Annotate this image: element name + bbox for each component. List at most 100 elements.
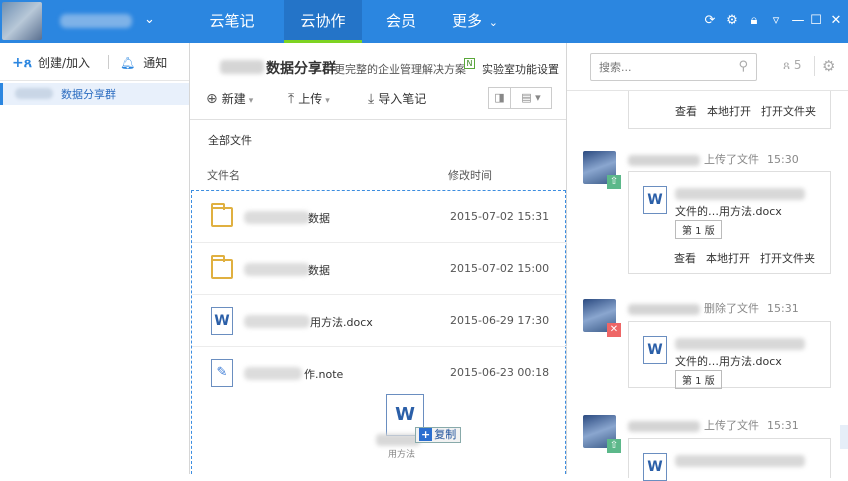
activity-action: 上传了文件 — [704, 153, 759, 166]
activity-card[interactable]: W — [628, 438, 831, 481]
upload-badge-icon: ⇧ — [607, 175, 621, 189]
view-toggle: ◨ ▤ ▾ — [488, 87, 552, 109]
import-label: 导入笔记 — [378, 92, 427, 106]
group-icon-redacted — [220, 60, 264, 74]
word-doc-icon: W — [211, 307, 233, 335]
open-local-link[interactable]: 本地打开 — [706, 252, 750, 265]
lab-new-icon: N — [464, 58, 475, 69]
view-link[interactable]: 查看 — [675, 105, 697, 118]
sidebar: +ጸ 创建/加入 🔔︎ 通知 数据分享群 — [0, 43, 190, 474]
folder-icon — [211, 203, 233, 227]
user-name-redacted — [628, 154, 700, 166]
download-icon: ⤓ — [368, 91, 375, 107]
lock-icon[interactable]: 🔒︎ — [746, 12, 762, 30]
file-name-redacted — [244, 263, 310, 276]
group-subtitle-link[interactable]: 更完整的企业管理解决方案 — [334, 61, 466, 77]
notice-button[interactable]: 🔔︎ 通知 — [120, 54, 167, 71]
close-icon[interactable]: ✕ — [828, 12, 844, 30]
sidebar-item-group[interactable]: 数据分享群 — [0, 83, 189, 105]
user-avatar[interactable] — [2, 2, 42, 40]
word-doc-icon: W — [643, 186, 667, 214]
minimize-icon[interactable]: — — [790, 12, 806, 30]
activity-line: 删除了文件 15:31 — [628, 300, 799, 316]
divider — [190, 119, 566, 120]
file-row[interactable]: ✎ 作.note 2015-06-23 00:18 — [192, 347, 567, 399]
open-local-link[interactable]: 本地打开 — [707, 105, 751, 118]
activity-time: 15:31 — [767, 302, 799, 315]
breadcrumb[interactable]: 全部文件 — [208, 132, 252, 148]
file-name: 用方法.docx — [310, 316, 373, 329]
settings-icon[interactable]: ⚙ — [724, 12, 740, 30]
create-join-button[interactable]: +ጸ 创建/加入 — [12, 54, 90, 71]
maximize-icon[interactable]: ☐ — [808, 12, 824, 30]
user-name-redacted[interactable] — [60, 14, 132, 28]
members-icon: ጸ — [783, 58, 791, 72]
file-panel: 数据分享群 更完整的企业管理解决方案 N 实验室功能设置 ⊕ 新建 ▾ ⤒ 上传 ▾ ⤓… — [190, 43, 567, 474]
upload-badge-icon: ⇧ — [607, 439, 621, 453]
activity-card[interactable]: W 文件的…用方法.docx 第 1 版 — [628, 321, 831, 389]
view-link[interactable]: 查看 — [674, 252, 696, 265]
user-name-redacted — [628, 420, 700, 432]
upload-icon: ⤒ — [288, 91, 295, 107]
card-actions: 查看 本地打开 打开文件夹 — [675, 103, 826, 119]
column-header-name[interactable]: 文件名 — [207, 167, 240, 183]
file-time: 2015-07-02 15:00 — [450, 262, 550, 275]
file-name: 文件的…用方法.docx — [675, 355, 782, 368]
tab-more-label: 更多 — [451, 12, 482, 30]
members-count[interactable]: ጸ 5 — [783, 58, 802, 73]
tab-cloud-collab[interactable]: 云协作 — [284, 0, 362, 43]
file-list-dropzone[interactable]: 数据 2015-07-02 15:31 数据 2015-07-02 15:00 … — [191, 190, 567, 474]
member-count: 5 — [793, 58, 802, 72]
activity-line: 上传了文件 15:30 — [628, 151, 799, 167]
menu-icon[interactable]: ▿ — [768, 12, 784, 30]
card-actions: 查看 本地打开 打开文件夹 — [674, 250, 825, 266]
scrollbar[interactable] — [840, 425, 848, 449]
file-row[interactable]: 数据 2015-07-02 15:31 — [192, 191, 567, 243]
open-folder-link[interactable]: 打开文件夹 — [761, 105, 816, 118]
gear-icon[interactable]: ⚙ — [822, 57, 835, 75]
activity-card: 查看 本地打开 打开文件夹 — [628, 91, 831, 129]
file-row[interactable]: W 用方法.docx 2015-06-29 17:30 — [192, 295, 567, 347]
file-time: 2015-06-29 17:30 — [450, 314, 550, 327]
top-bar: ⌄ 云笔记 云协作 会员 更多 ⌄ ⟳ ⚙ 🔒︎ ▿ — ☐ ✕ — [0, 0, 848, 43]
file-time: 2015-07-02 15:31 — [450, 210, 550, 223]
chevron-down-icon[interactable]: ⌄ — [144, 12, 155, 27]
list-view-icon[interactable]: ◨ — [489, 88, 511, 108]
import-notes-button[interactable]: ⤓ 导入笔记 — [368, 90, 426, 107]
upload-button[interactable]: ⤒ 上传 ▾ — [288, 90, 330, 107]
grid-view-icon[interactable]: ▤ ▾ — [511, 88, 551, 108]
sidebar-item-label: 数据分享群 — [61, 88, 116, 101]
add-group-icon: +ጸ — [12, 55, 32, 71]
tab-membership[interactable]: 会员 — [372, 0, 430, 43]
sync-icon[interactable]: ⟳ — [702, 12, 718, 30]
search-input[interactable] — [599, 59, 729, 75]
file-row[interactable]: 数据 2015-07-02 15:00 — [192, 243, 567, 295]
activity-line: 上传了文件 15:31 — [628, 417, 799, 433]
activity-panel: ⚲ ጸ 5 ⚙ 查看本地打开打开文件夹 ⇧ 上传了文件15:30 W 文件的…用… — [567, 43, 848, 481]
activity-action: 上传了文件 — [704, 419, 759, 432]
file-name: 数据 — [308, 264, 330, 277]
drag-file-name-redacted — [376, 434, 420, 446]
tab-cloud-notes[interactable]: 云笔记 — [196, 0, 268, 43]
column-header-time[interactable]: 修改时间 — [448, 167, 492, 183]
upload-label: 上传 — [298, 92, 323, 106]
caret-down-icon: ▾ — [325, 96, 330, 106]
bell-icon: 🔔︎ — [120, 56, 136, 70]
new-button[interactable]: ⊕ 新建 ▾ — [206, 90, 253, 107]
activity-time: 15:31 — [767, 419, 799, 432]
word-doc-icon: W — [643, 336, 667, 364]
tab-more[interactable]: 更多 ⌄ — [446, 0, 504, 43]
open-folder-link[interactable]: 打开文件夹 — [760, 252, 815, 265]
drag-copy-tooltip: + 复制 — [415, 427, 461, 443]
notice-label: 通知 — [143, 56, 168, 70]
group-avatar-redacted — [15, 88, 53, 99]
version-badge: 第 1 版 — [675, 220, 722, 239]
lab-settings-link[interactable]: 实验室功能设置 — [482, 61, 559, 77]
file-name-redacted — [675, 338, 805, 350]
copy-label: 复制 — [434, 428, 457, 441]
caret-down-icon: ▾ — [248, 96, 254, 106]
drag-file-name: 用方法 — [388, 450, 416, 460]
search-box: ⚲ — [590, 53, 757, 81]
search-icon[interactable]: ⚲ — [738, 59, 748, 74]
divider — [108, 55, 109, 69]
